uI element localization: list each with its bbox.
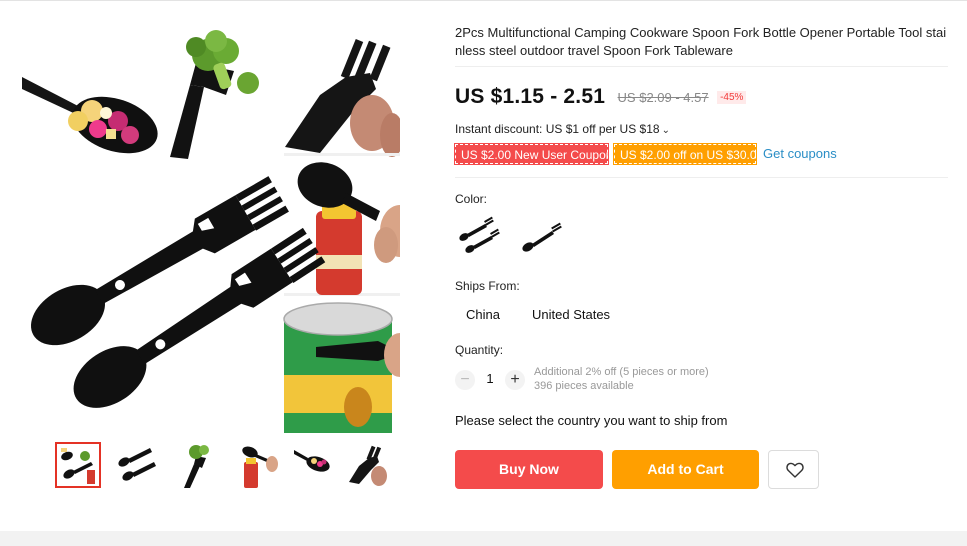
ship-option-china[interactable]: China: [466, 307, 500, 323]
color-label: Color:: [455, 192, 488, 206]
ships-from-label: Ships From:: [455, 279, 520, 293]
original-price: US $2.09 - 4.57: [617, 89, 709, 105]
thumbnail-5[interactable]: [294, 442, 340, 488]
instant-discount-text: Instant discount: US $1 off per US $18: [455, 122, 660, 136]
spend-coupon[interactable]: US $2.00 off on US $30.00: [613, 143, 763, 165]
ship-option-united-states[interactable]: United States: [532, 307, 610, 323]
thumbnail-2[interactable]: [114, 442, 160, 488]
bulk-discount-text: Additional 2% off (5 pieces or more): [534, 366, 709, 378]
price-block: US $1.15 - 2.51 US $2.09 - 4.57 -45%: [455, 85, 747, 113]
wishlist-button[interactable]: [768, 450, 819, 489]
thumbnail-6[interactable]: [345, 442, 391, 488]
color-option-single-spork[interactable]: [518, 213, 568, 263]
discount-badge: -45%: [717, 90, 747, 104]
thumbnail-1[interactable]: [55, 442, 101, 488]
quantity-decrease-button[interactable]: −: [455, 370, 475, 390]
fork-closeup-photo: [285, 25, 400, 157]
heart-icon: [786, 462, 804, 478]
color-option-two-spork[interactable]: [455, 213, 505, 263]
get-coupons-link[interactable]: Get coupons: [763, 144, 837, 164]
product-page: 2Pcs Multifunctional Camping Cookware Sp…: [0, 1, 967, 531]
divider: [455, 177, 948, 178]
select-country-message: Please select the country you want to sh…: [455, 413, 728, 428]
new-user-coupon[interactable]: US $2.00 New User Coupon: [454, 143, 612, 165]
main-product-image[interactable]: [20, 25, 400, 433]
quantity-value[interactable]: 1: [483, 371, 497, 386]
add-to-cart-button[interactable]: Add to Cart: [612, 450, 759, 489]
quantity-increase-button[interactable]: +: [505, 370, 525, 390]
instant-discount[interactable]: Instant discount: US $1 off per US $18 ⌄: [455, 122, 670, 136]
current-price: US $1.15 - 2.51: [455, 85, 606, 108]
thumbnail-4[interactable]: [234, 442, 280, 488]
product-title: 2Pcs Multifunctional Camping Cookware Sp…: [455, 25, 947, 58]
chevron-down-icon: ⌄: [661, 125, 670, 136]
buy-now-button[interactable]: Buy Now: [455, 450, 603, 489]
quantity-label: Quantity:: [455, 343, 504, 357]
stock-available-text: 396 pieces available: [534, 380, 634, 392]
can-opener-photo: [283, 302, 400, 433]
thumbnail-3[interactable]: [174, 442, 220, 488]
divider: [455, 66, 948, 67]
